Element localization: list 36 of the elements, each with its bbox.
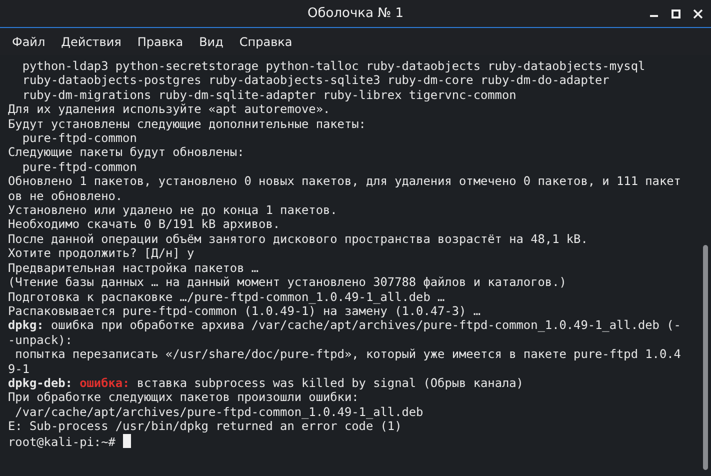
terminal-line: Предварительная настройка пакетов …: [8, 260, 259, 276]
terminal-line: Необходимо скачать 0 B/191 kB архивов.: [8, 217, 280, 232]
terminal-line: 9-1: [8, 362, 30, 376]
terminal-line: dpkg: ошибка при обработке архива /var/cache/apt/archives/pure-ftpd-common_1.0.49-1_all.deb (-: [8, 318, 681, 333]
terminal-line: Следующие пакеты будут обновлены:: [8, 145, 244, 160]
terminal-line: ruby-dataobjects-postgres ruby-dataobjects-sqlite3 ruby-dm-core ruby-dm-do-adapter: [21, 73, 610, 88]
terminal-line: При обработке следующих пакетов произошли ошибки:: [8, 390, 359, 405]
prompt-line: root@kali-pi:~#: [8, 434, 131, 449]
terminal-line: ов не обновлено.: [8, 188, 123, 204]
terminal-line: Обновлено 1 пакетов, установлено 0 новых пакетов, для удаления отмечено 0 пакетов, и 111 пакет: [8, 174, 681, 189]
terminal-line: ruby-dm-migrations ruby-dm-sqlite-adapter ruby-librex tigervnc-common: [21, 88, 516, 102]
terminal-line: Будут установлены следующие дополнительные пакеты:: [8, 116, 366, 132]
terminal-line: python-ldap3 python-secretstorage python-talloc ruby-dataobjects ruby-dataobjects-mysql: [21, 59, 646, 74]
terminal-line: -unpack):: [8, 332, 72, 348]
terminal-line: pure-ftpd-common: [21, 160, 137, 174]
close-icon[interactable]: [693, 8, 703, 18]
terminal-line: попытка перезаписать «/usr/share/doc/pure-ftpd», который уже имеется в пакете pure-ftpd 1.0.4: [14, 347, 681, 362]
terminal-line: pure-ftpd-common: [21, 131, 137, 146]
terminal-line: Подготовка к распаковке …/pure-ftpd-common_1.0.49-1_all.deb …: [8, 290, 445, 304]
menu-item[interactable]: Правка: [129, 34, 192, 48]
maximize-icon[interactable]: [671, 8, 681, 18]
terminal-line: Распаковывается pure-ftpd-common (1.0.49-1) на замену (1.0.47-3) …: [8, 304, 480, 318]
window-title: Оболочка № 1: [307, 6, 404, 21]
menu-item[interactable]: Файл: [4, 34, 54, 48]
terminal-line: dpkg-deb: ошибка: вставка subprocess was killed by signal (Обрыв канала): [8, 376, 524, 390]
terminal-line: Хотите продолжить? [Д/н] y: [8, 246, 194, 261]
terminal-line: E: Sub-process /usr/bin/dpkg returned an error code (1): [8, 419, 402, 434]
menu-item[interactable]: Справка: [231, 34, 300, 48]
terminal-line: (Чтение базы данных … на данный момент установлено 307788 файлов и каталогов.): [8, 275, 566, 290]
menu-item[interactable]: Вид: [191, 34, 232, 48]
terminal-line: /var/cache/apt/archives/pure-ftpd-common_1.0.49-1_all.deb: [14, 404, 424, 420]
menu-item[interactable]: Действия: [53, 34, 130, 48]
terminal-line: Для их удаления используйте «apt autoremove».: [8, 102, 330, 117]
terminal-line: После данной операции объём занятого дискового пространства возрастёт на 48,1 kB.: [8, 232, 588, 246]
terminal-line: Установлено или удалено не до конца 1 пакетов.: [8, 203, 338, 218]
scrollbar-thumb[interactable]: [703, 245, 708, 470]
